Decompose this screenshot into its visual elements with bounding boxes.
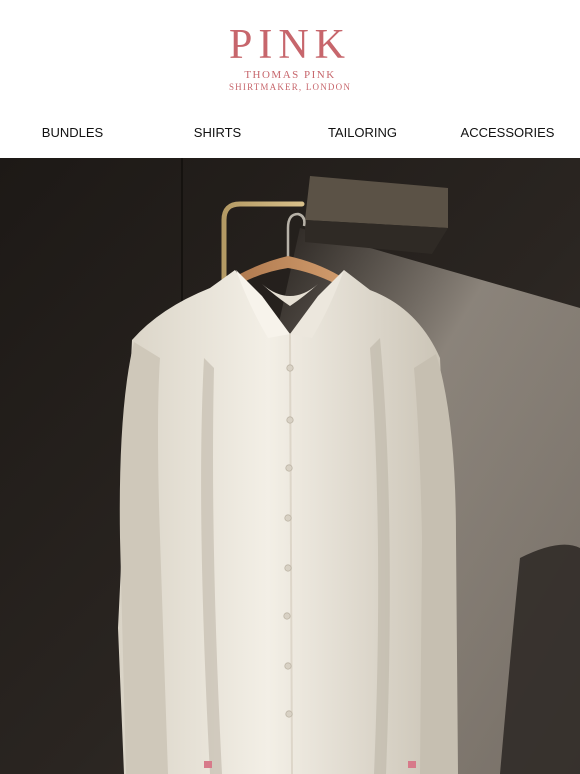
nav-item-shirts[interactable]: SHIRTS [145, 122, 290, 144]
main-navigation: BUNDLES SHIRTS TAILORING ACCESSORIES [0, 122, 580, 144]
shirt-body [118, 270, 452, 774]
logo-brand-name: THOMAS PINK [244, 69, 336, 81]
nav-item-bundles[interactable]: BUNDLES [0, 122, 145, 144]
nav-item-tailoring[interactable]: TAILORING [290, 122, 435, 144]
email-page: PINK THOMAS PINK SHIRTMAKER, LONDON BUND… [0, 0, 580, 774]
hero-image[interactable] [0, 158, 580, 774]
logo-tagline: SHIRTMAKER, LONDON [228, 82, 352, 92]
logo-wordmark: PINK [228, 22, 351, 68]
nav-item-accessories[interactable]: ACCESSORIES [435, 122, 580, 144]
shirt-photo [0, 158, 580, 774]
pink-gusset [408, 761, 416, 768]
brand-logo[interactable]: PINK THOMAS PINK SHIRTMAKER, LONDON [0, 24, 580, 93]
pink-gusset [204, 761, 212, 768]
